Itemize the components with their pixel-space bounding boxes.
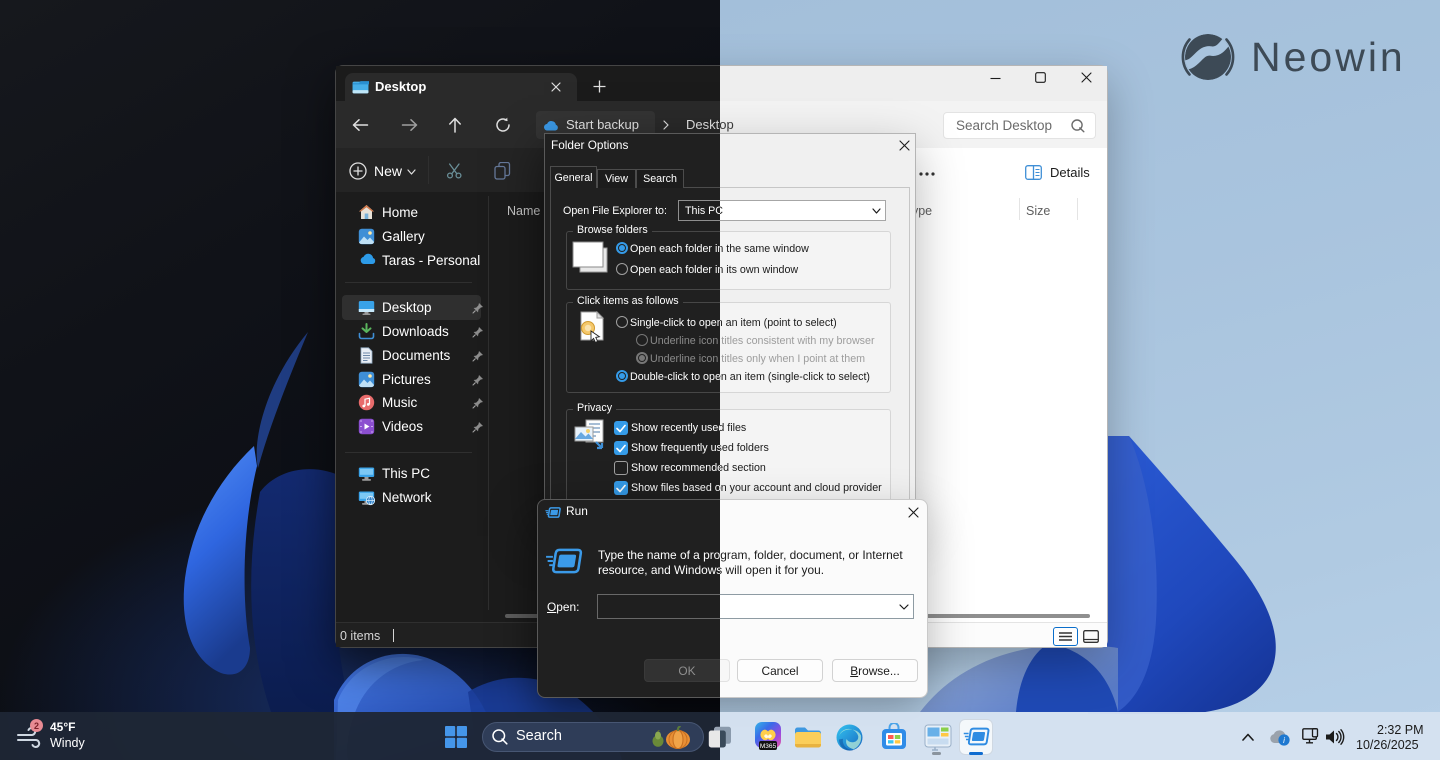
svg-text:M365: M365 xyxy=(760,743,777,750)
svg-text:i: i xyxy=(1283,736,1285,745)
